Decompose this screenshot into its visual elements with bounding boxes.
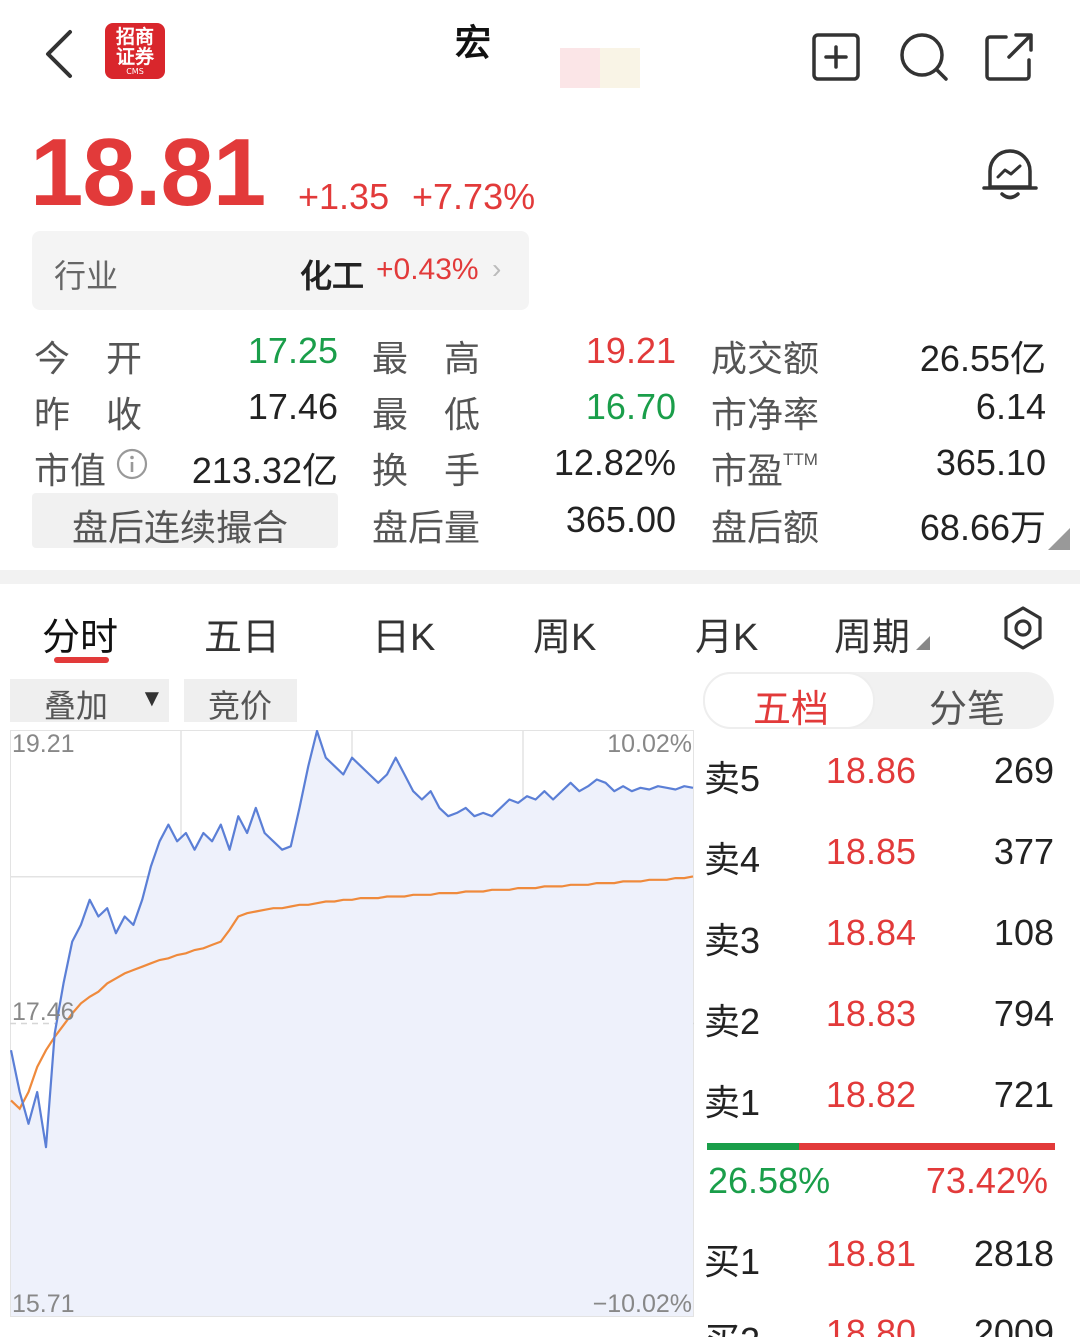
sell-level-volume: 108 [993,912,1054,953]
sell-ratio-bar [799,1143,1055,1150]
pe-label: 市盈TTM [711,442,818,494]
low-label: 最 低 [372,394,481,435]
buy-level-price[interactable]: 18.81 [800,1233,916,1275]
price-alert-bell-icon[interactable] [978,143,1042,207]
current-price: 18.81 [30,119,266,226]
industry-name: 化工 [300,258,365,294]
share-icon[interactable] [982,30,1036,84]
auction-toggle-button[interactable]: 竞价 [184,679,297,724]
chevron-right-icon: › [492,253,502,284]
tab-five-day[interactable]: 五日 [204,606,280,661]
buy-level-price[interactable]: 18.80 [800,1312,916,1337]
logo-text-1: 招商 [115,26,154,48]
mkt-cap-value: 213.32亿 [191,450,338,491]
buy-ratio-bar [707,1143,799,1150]
low-value: 16.70 [585,386,676,427]
pb-value: 6.14 [975,386,1046,427]
tab-period[interactable]: 周期 [834,606,931,661]
pe-label-text: 市盈 [711,450,784,491]
chart-settings-icon[interactable] [1000,605,1046,651]
stock-name: 宏 [455,22,492,63]
price-change-pct: +7.73% [412,176,536,217]
buy-level-volume: 2818 [973,1233,1054,1274]
sell-level-volume: 721 [993,1074,1054,1115]
active-tab-indicator [54,657,109,663]
sell-level-label: 卖5 [704,758,761,799]
high-value: 19.21 [585,330,676,371]
sell-level-label: 卖3 [704,920,761,961]
sell-level-price[interactable]: 18.85 [800,831,916,873]
triangle-down-icon: ▼ [140,685,164,712]
add-watchlist-icon[interactable] [810,30,864,84]
prev-close-label: 昨 收 [34,394,143,435]
industry-change-pct: +0.43% [376,253,479,286]
pb-label: 市净率 [711,394,820,435]
pe-label-sup: TTM [783,450,818,469]
turnover-rate-label: 换 手 [372,450,481,491]
turnover-label: 成交额 [711,338,820,379]
logo-text-2: 证券 [115,46,154,68]
open-value: 17.25 [247,330,338,371]
price-change: +1.35 [298,176,390,217]
after-hours-trading-button[interactable]: 盘后连续撮合 [32,493,338,548]
sell-level-volume: 377 [993,831,1054,872]
tab-weekly-k[interactable]: 周K [533,606,596,661]
tab-daily-k[interactable]: 日K [372,606,435,661]
after-hours-label: 盘后连续撮合 [72,507,289,548]
tab-monthly-k[interactable]: 月K [695,606,758,661]
sell-ratio-text: 73.42% [925,1160,1048,1201]
sell-level-label: 卖2 [704,1001,761,1042]
intraday-chart[interactable]: 19.21 17.46 15.71 10.02% −10.02% [10,730,694,1317]
sell-level-price[interactable]: 18.82 [800,1074,916,1116]
ah-amount-value: 68.66万 [919,507,1046,548]
ah-volume-label: 盘后量 [372,507,481,548]
turnover-value: 26.55亿 [919,338,1046,379]
pct-top-label: 10.02% [607,730,692,758]
sell-level-price[interactable]: 18.83 [800,993,916,1035]
auction-label: 竞价 [208,688,273,724]
mkt-cap-label: 市值 [34,450,107,491]
ah-volume-value: 365.00 [565,499,676,540]
sell-level-label: 卖4 [704,839,761,880]
sell-level-price[interactable]: 18.86 [800,750,916,792]
buy-level-label: 买2 [704,1312,760,1337]
buy-level-label: 买1 [704,1241,761,1282]
back-icon[interactable] [38,28,82,80]
open-label: 今 开 [34,338,143,379]
prev-close-value: 17.46 [247,386,338,427]
pe-value: 365.10 [935,442,1046,483]
sell-level-volume: 269 [993,750,1054,791]
tab-intraday[interactable]: 分时 [42,606,118,661]
overlay-label: 叠加 [44,688,109,724]
y-bottom-label: 15.71 [12,1290,75,1317]
buy-ratio-text: 26.58% [708,1160,831,1201]
expand-corner-icon[interactable] [1048,528,1070,550]
segment-five-label[interactable]: 五档 [753,678,829,733]
dropdown-corner-icon [916,636,931,650]
high-label: 最 高 [372,338,481,379]
sell-level-price[interactable]: 18.84 [800,912,916,954]
info-icon[interactable] [116,448,148,480]
redacted-block [600,48,640,88]
buy-level-volume: 2009 [973,1312,1054,1337]
industry-label: 行业 [54,258,119,294]
y-top-label: 19.21 [12,730,75,758]
redacted-block [560,48,600,88]
sell-level-volume: 794 [993,993,1054,1034]
industry-bar[interactable]: 行业 化工 +0.43% › [32,231,529,310]
search-icon[interactable] [897,30,951,84]
ah-amount-label: 盘后额 [711,507,820,548]
segment-tick-label[interactable]: 分笔 [929,678,1005,733]
order-book-segment: 五档 分笔 [703,672,1054,731]
pct-bottom-label: −10.02% [593,1290,692,1317]
logo-sub: CMS [126,67,144,76]
y-mid-label: 17.46 [12,998,75,1026]
broker-logo: 招商 证券 CMS [105,23,165,79]
sell-level-label: 卖1 [704,1082,761,1123]
tab-period-label: 周期 [834,617,911,659]
overlay-dropdown[interactable]: 叠加 ▼ [10,679,169,724]
section-divider [0,570,1080,584]
turnover-rate-value: 12.82% [553,442,676,483]
